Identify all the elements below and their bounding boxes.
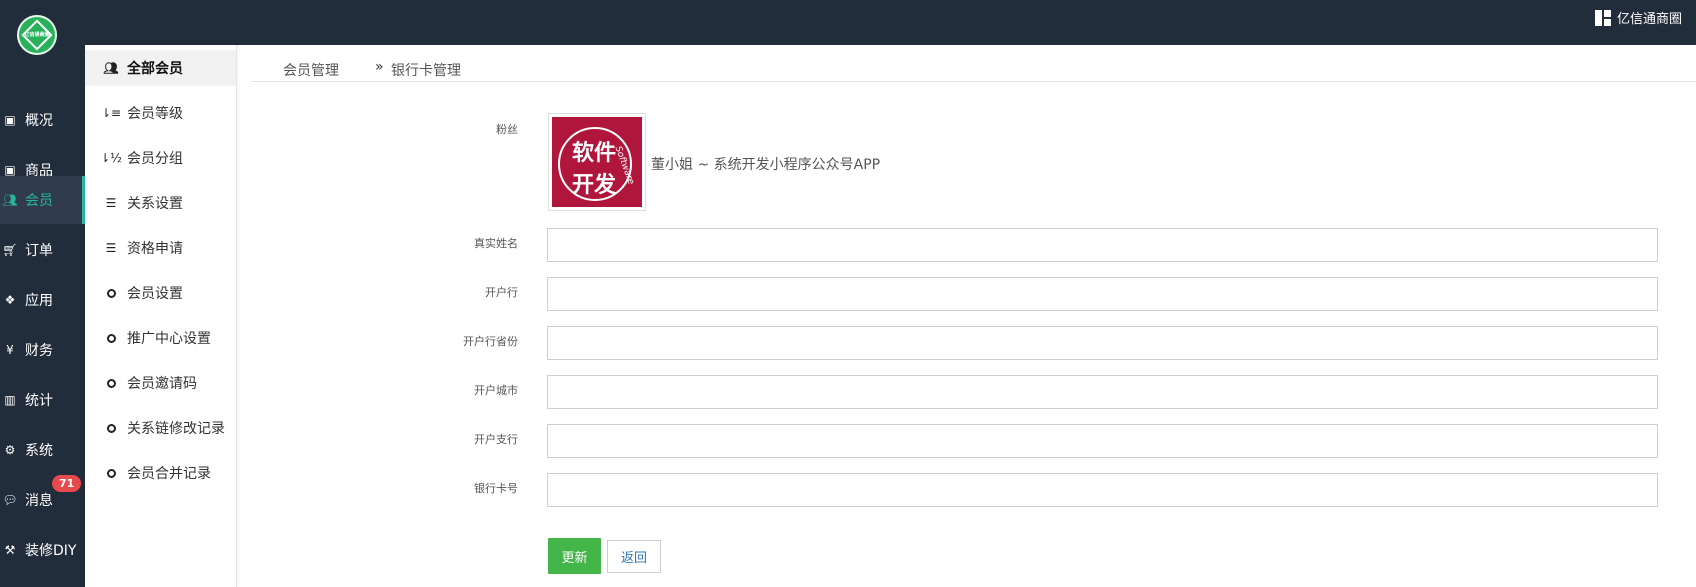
sliders-icon: ☰: [105, 196, 117, 210]
messages-count-badge: 71: [52, 475, 82, 492]
subnav-item-label: 会员邀请码: [127, 376, 197, 392]
subnav-item-qualification[interactable]: ☰ 资格申请: [85, 230, 236, 266]
field-label-bank-province: 开户行省份: [463, 335, 518, 348]
fan-avatar: 软件 开发 Software: [548, 113, 646, 211]
subnav-item-member-level[interactable]: ⇂≡ 会员等级: [85, 95, 236, 131]
shop-link-label: 亿信通商圈: [1616, 12, 1682, 27]
sort-alpha-icon: ⇂½: [100, 151, 122, 165]
bank-province-input[interactable]: [547, 326, 1658, 360]
breadcrumb-member-management[interactable]: 会员管理: [283, 60, 339, 80]
subnav-item-label: 会员设置: [127, 286, 183, 302]
subnav-item-label: 会员分组: [127, 151, 183, 167]
bank-branch-input[interactable]: [547, 424, 1658, 458]
bank-city-input[interactable]: [547, 375, 1658, 409]
subnav-item-label: 关系设置: [127, 196, 183, 212]
yen-icon: ¥: [6, 343, 14, 357]
logo-text: 亿信通商圈: [24, 32, 50, 38]
comment-icon: 💬︎: [2, 493, 18, 507]
sidebar-item-label: 概况: [25, 113, 53, 129]
gears-icon: ⚙: [4, 443, 16, 457]
sidebar-item-system[interactable]: ⚙ 系统: [0, 426, 85, 474]
sort-amount-icon: ⇂≡: [100, 106, 122, 120]
field-label-bank-city: 开户城市: [474, 384, 518, 397]
archive-icon: ▣: [4, 163, 16, 177]
field-label-card-number: 银行卡号: [474, 482, 518, 495]
field-label-bank-branch: 开户支行: [474, 433, 518, 446]
cart-icon: 🛒︎: [2, 243, 18, 257]
cubes-icon: ❖: [4, 293, 16, 307]
sidebar-item-overview[interactable]: ▣ 概况: [0, 96, 85, 144]
sidebar-item-label: 财务: [25, 343, 53, 359]
sidebar-item-finance[interactable]: ¥ 财务: [0, 326, 85, 374]
subnav-item-merge-log[interactable]: 会员合并记录: [85, 455, 236, 491]
field-label-real-name: 真实姓名: [474, 237, 518, 250]
avatar-text: 开发: [572, 172, 617, 198]
update-button[interactable]: 更新: [548, 538, 601, 574]
main-sidebar: ▣ 概况 ▣ 商品 👥︎ 会员 🛒︎ 订单 ❖ 应用 ¥ 财务 ▥ 统计 ⚙ 系…: [0, 45, 85, 587]
subnav-item-member-settings[interactable]: 会员设置: [85, 275, 236, 311]
sub-sidebar: 👥︎ 全部会员 ⇂≡ 会员等级 ⇂½ 会员分组 ☰ 关系设置 ☰ 资格申请 会员…: [85, 45, 237, 587]
gavel-icon: ⚒: [4, 543, 16, 557]
sidebar-item-decoration[interactable]: ⚒ 装修DIY: [0, 526, 85, 574]
subnav-item-all-members[interactable]: 👥︎ 全部会员: [85, 50, 236, 86]
sidebar-item-label: 装修DIY: [25, 543, 77, 559]
bar-chart-icon: ▥: [4, 393, 16, 407]
avatar-text: 软件: [572, 140, 617, 166]
breadcrumb-bank-card-management: 银行卡管理: [391, 63, 461, 79]
users-icon: 👥︎: [2, 193, 18, 207]
fan-name: 董小姐 ~ 系统开发小程序公众号APP: [651, 157, 881, 173]
subnav-item-label: 会员合并记录: [127, 466, 211, 482]
subnav-item-relation-log[interactable]: 关系链修改记录: [85, 410, 236, 446]
sidebar-item-apps[interactable]: ❖ 应用: [0, 276, 85, 324]
sidebar-item-members[interactable]: 👥︎ 会员: [0, 176, 85, 224]
sidebar-item-label: 统计: [25, 393, 53, 409]
archive-icon: ▣: [4, 113, 16, 127]
sidebar-item-label: 应用: [25, 293, 53, 309]
field-label-bank: 开户行: [485, 286, 518, 299]
sidebar-item-label: 消息: [25, 493, 53, 509]
sidebar-item-orders[interactable]: 🛒︎ 订单: [0, 226, 85, 274]
fans-label: 粉丝: [496, 123, 518, 136]
subnav-item-member-group[interactable]: ⇂½ 会员分组: [85, 140, 236, 176]
users-icon: 👥︎: [103, 61, 119, 75]
circle-icon: [106, 423, 116, 433]
dashboard-grid-icon: [1594, 9, 1611, 26]
sidebar-item-label: 系统: [25, 443, 53, 459]
subnav-item-label: 资格申请: [127, 241, 183, 257]
subnav-item-label: 全部会员: [127, 61, 183, 77]
real-name-input[interactable]: [547, 228, 1658, 262]
subnav-item-promotion-settings[interactable]: 推广中心设置: [85, 320, 236, 356]
subnav-item-relation-settings[interactable]: ☰ 关系设置: [85, 185, 236, 221]
circle-icon: [106, 468, 116, 478]
subnav-item-label: 推广中心设置: [127, 331, 211, 347]
breadcrumb: 会员管理 » 银行卡管理: [251, 55, 1696, 82]
shop-link[interactable]: 亿信通商圈: [1594, 8, 1682, 27]
subnav-item-label: 关系链修改记录: [127, 421, 225, 437]
sidebar-item-label: 订单: [25, 243, 53, 259]
bank-input[interactable]: [547, 277, 1658, 311]
top-bar: 亿信通商圈: [0, 0, 1696, 45]
subnav-item-label: 会员等级: [127, 106, 183, 122]
circle-icon: [106, 288, 116, 298]
card-number-input[interactable]: [547, 473, 1658, 507]
subnav-item-invite-code[interactable]: 会员邀请码: [85, 365, 236, 401]
circle-icon: [106, 333, 116, 343]
sidebar-item-label: 会员: [25, 193, 53, 209]
breadcrumb-separator: »: [375, 59, 384, 75]
brand-logo[interactable]: 亿信通商圈: [17, 15, 57, 55]
back-button[interactable]: 返回: [607, 540, 661, 573]
sliders-icon: ☰: [105, 241, 117, 255]
sidebar-item-statistics[interactable]: ▥ 统计: [0, 376, 85, 424]
circle-icon: [106, 378, 116, 388]
